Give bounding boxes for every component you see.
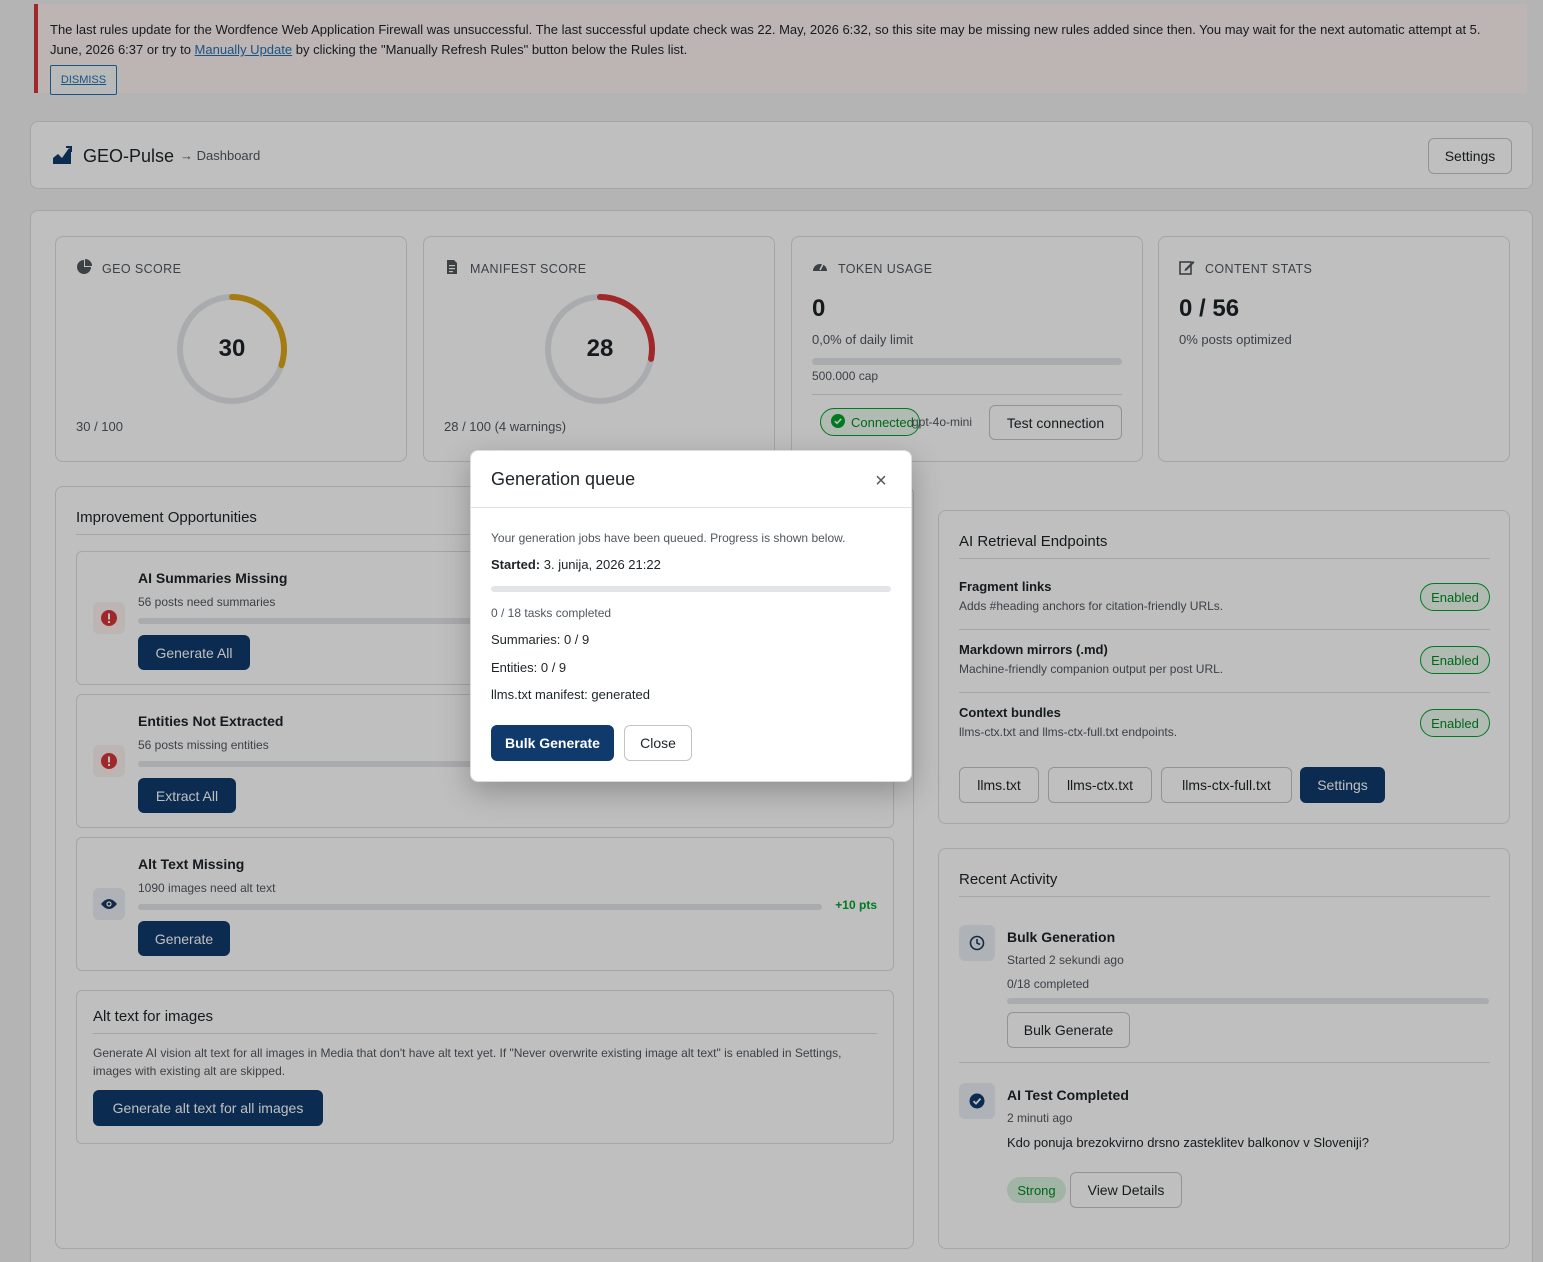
modal-manifest: llms.txt manifest: generated (491, 687, 650, 702)
modal-title: Generation queue (491, 469, 636, 489)
modal-bulk-generate-button[interactable]: Bulk Generate (491, 725, 614, 761)
modal-summaries: Summaries: 0 / 9 (491, 632, 590, 647)
started-label: Started: (491, 557, 541, 572)
modal-close-button[interactable]: Close (624, 725, 692, 761)
modal-progress-bar (491, 586, 891, 592)
modal-tasks: 0 / 18 tasks completed (491, 606, 612, 620)
close-icon[interactable]: × (873, 470, 889, 492)
modal-intro: Your generation jobs have been queued. P… (491, 531, 846, 545)
modal-entities: Entities: 0 / 9 (491, 660, 567, 675)
modal-started: Started: 3. junija, 2026 21:22 (491, 557, 661, 572)
started-value: 3. junija, 2026 21:22 (540, 557, 661, 572)
generation-queue-modal: Generation queue × Your generation jobs … (470, 450, 912, 782)
modal-header: Generation queue × (471, 451, 911, 508)
